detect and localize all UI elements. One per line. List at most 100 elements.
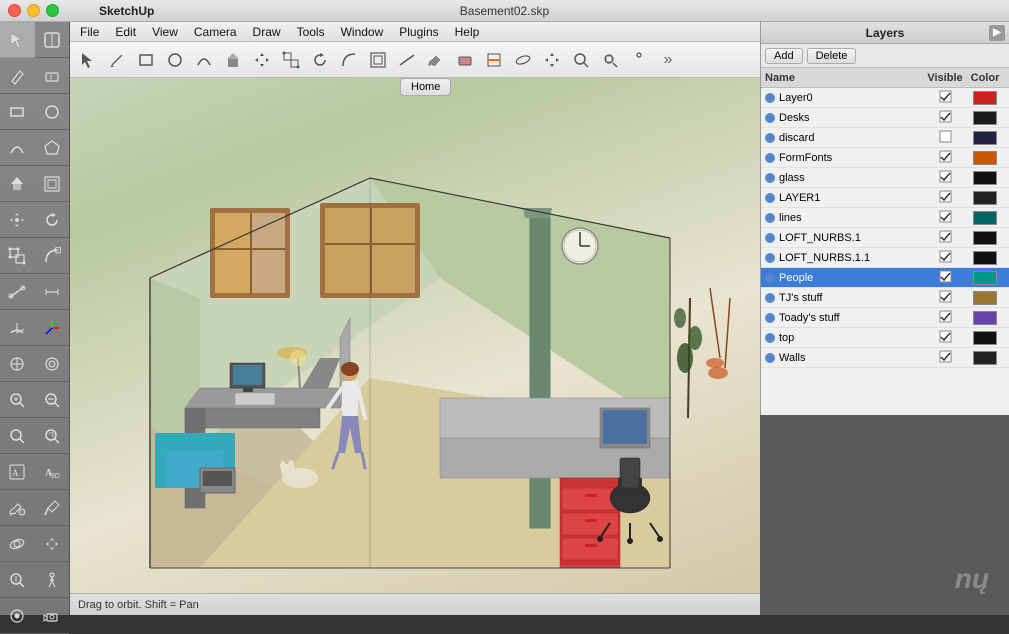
layer-visible-checkbox[interactable] [925, 270, 965, 286]
tool-zoom-window[interactable] [0, 418, 35, 454]
layer-row[interactable]: Desks [761, 108, 1009, 128]
tool-scale[interactable] [0, 238, 35, 274]
tool-pan[interactable] [35, 526, 70, 562]
toolbar-pushpull[interactable] [219, 46, 247, 74]
tool-section-plane[interactable] [0, 346, 35, 382]
layer-color-swatch[interactable] [965, 291, 1005, 305]
layer-color-swatch[interactable] [965, 231, 1005, 245]
tool-position-camera[interactable] [35, 598, 70, 634]
menu-plugins[interactable]: Plugins [391, 24, 446, 40]
layer-visible-checkbox[interactable] [925, 290, 965, 306]
layer-visible-checkbox[interactable] [925, 350, 965, 366]
toolbar-pencil[interactable] [103, 46, 131, 74]
toolbar-offset[interactable] [364, 46, 392, 74]
tool-zoom-extents[interactable] [35, 418, 70, 454]
window-controls[interactable] [8, 4, 59, 17]
tool-paint[interactable] [35, 22, 70, 58]
layer-row[interactable]: FormFonts [761, 148, 1009, 168]
tool-move[interactable] [0, 202, 35, 238]
layer-color-swatch[interactable] [965, 251, 1005, 265]
toolbar-tape[interactable] [393, 46, 421, 74]
tool-3dtext[interactable]: A3D [35, 454, 70, 490]
layer-visible-checkbox[interactable] [925, 150, 965, 166]
toolbar-eraser[interactable] [451, 46, 479, 74]
layer-visible-checkbox[interactable] [925, 130, 965, 146]
menu-window[interactable]: Window [333, 24, 392, 40]
tool-orbit[interactable] [0, 526, 35, 562]
layer-visible-checkbox[interactable] [925, 110, 965, 126]
tool-zoom-out[interactable] [35, 382, 70, 418]
menu-draw[interactable]: Draw [245, 24, 289, 40]
layer-visible-checkbox[interactable] [925, 210, 965, 226]
layer-color-swatch[interactable] [965, 151, 1005, 165]
toolbar-zoomextent[interactable] [596, 46, 624, 74]
layer-color-swatch[interactable] [965, 91, 1005, 105]
layer-color-swatch[interactable] [965, 111, 1005, 125]
toolbar-scale[interactable] [277, 46, 305, 74]
layer-visible-checkbox[interactable] [925, 190, 965, 206]
layer-row[interactable]: People [761, 268, 1009, 288]
layer-visible-checkbox[interactable] [925, 250, 965, 266]
menu-camera[interactable]: Camera [186, 24, 245, 40]
layer-color-swatch[interactable] [965, 331, 1005, 345]
layer-color-swatch[interactable] [965, 131, 1005, 145]
toolbar-zoom[interactable] [567, 46, 595, 74]
tool-section-display[interactable] [35, 346, 70, 382]
layer-row[interactable]: glass [761, 168, 1009, 188]
layer-row[interactable]: top [761, 328, 1009, 348]
tool-axes[interactable] [35, 310, 70, 346]
tool-walk[interactable] [35, 562, 70, 598]
viewport[interactable] [70, 78, 760, 593]
layer-color-swatch[interactable] [965, 211, 1005, 225]
tool-dimension[interactable] [35, 274, 70, 310]
toolbar-orbit[interactable] [509, 46, 537, 74]
toolbar-select[interactable] [74, 46, 102, 74]
close-button[interactable] [8, 4, 21, 17]
tool-rectangle[interactable] [0, 94, 35, 130]
layer-row[interactable]: TJ's stuff [761, 288, 1009, 308]
add-layer-button[interactable]: Add [765, 48, 803, 64]
home-button[interactable]: Home [400, 78, 451, 96]
layer-row[interactable]: Walls [761, 348, 1009, 368]
toolbar-paintbucket[interactable] [422, 46, 450, 74]
tool-offset[interactable] [35, 166, 70, 202]
menu-help[interactable]: Help [447, 24, 488, 40]
tool-eyedropper[interactable] [35, 490, 70, 526]
tool-look-around[interactable] [0, 598, 35, 634]
toolbar-pan[interactable] [538, 46, 566, 74]
maximize-button[interactable] [46, 4, 59, 17]
toolbar-followme[interactable] [335, 46, 363, 74]
tool-pencil[interactable] [0, 58, 35, 94]
toolbar-section[interactable] [480, 46, 508, 74]
layer-visible-checkbox[interactable] [925, 310, 965, 326]
tool-text[interactable]: A [0, 454, 35, 490]
tool-tape[interactable] [0, 274, 35, 310]
layer-color-swatch[interactable] [965, 171, 1005, 185]
layer-visible-checkbox[interactable] [925, 330, 965, 346]
menu-edit[interactable]: Edit [107, 24, 144, 40]
layer-visible-checkbox[interactable] [925, 230, 965, 246]
tool-paint-bucket[interactable] [0, 490, 35, 526]
layer-row[interactable]: LOFT_NURBS.1.1 [761, 248, 1009, 268]
layer-color-swatch[interactable] [965, 271, 1005, 285]
toolbar-walkthrough[interactable] [625, 46, 653, 74]
layer-row[interactable]: lines [761, 208, 1009, 228]
toolbar-rotate[interactable] [306, 46, 334, 74]
layer-row[interactable]: LAYER1 [761, 188, 1009, 208]
tool-push-pull[interactable] [0, 166, 35, 202]
tool-protractor[interactable] [0, 310, 35, 346]
layer-visible-checkbox[interactable] [925, 170, 965, 186]
menu-view[interactable]: View [144, 24, 186, 40]
layer-row[interactable]: Layer0 [761, 88, 1009, 108]
layers-menu-arrow[interactable]: ▶ [989, 25, 1005, 41]
delete-layer-button[interactable]: Delete [807, 48, 857, 64]
tool-zoom-in[interactable] [0, 382, 35, 418]
tool-followme[interactable] [35, 238, 70, 274]
layer-color-swatch[interactable] [965, 311, 1005, 325]
tool-arc[interactable] [0, 130, 35, 166]
toolbar-more[interactable]: » [654, 46, 682, 74]
layer-color-swatch[interactable] [965, 351, 1005, 365]
menu-file[interactable]: File [72, 24, 107, 40]
minimize-button[interactable] [27, 4, 40, 17]
tool-zoom[interactable] [0, 562, 35, 598]
